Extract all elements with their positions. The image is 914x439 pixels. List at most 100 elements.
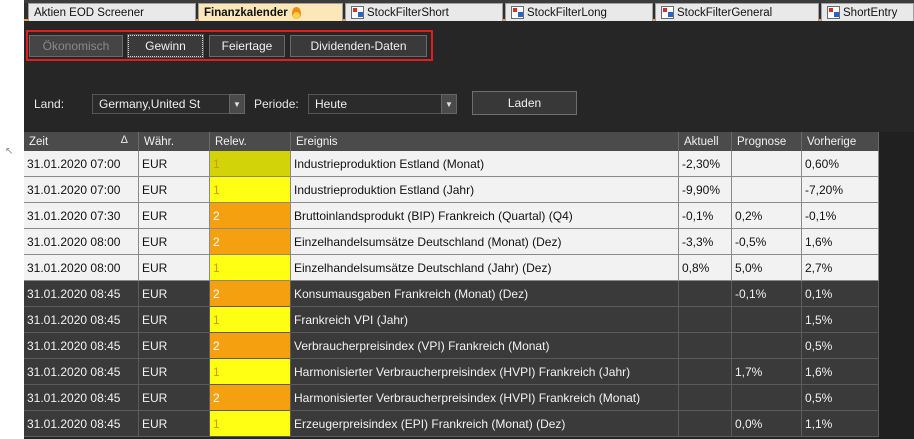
cell-prognose: 1,7% xyxy=(732,359,802,385)
cell-prognose xyxy=(732,307,802,333)
cell-aktuell: -2,30% xyxy=(679,151,732,177)
column-header-label: Relev. xyxy=(215,135,247,148)
cell-prognose xyxy=(732,177,802,203)
load-button-label: Laden xyxy=(507,96,542,110)
cell-relevanz: 1 xyxy=(210,255,291,281)
calendar-table: Zeit Δ Währ. Relev. Ereignis Aktuell Pro… xyxy=(24,132,914,439)
cell-ereignis: Bruttoinlandsprodukt (BIP) Frankreich (Q… xyxy=(291,203,679,229)
cell-vorherige: 1,6% xyxy=(802,229,879,255)
column-header-waehrung[interactable]: Währ. xyxy=(139,132,210,151)
cell-aktuell xyxy=(679,359,732,385)
column-header-aktuell[interactable]: Aktuell xyxy=(679,132,732,151)
cell-waehrung: EUR xyxy=(139,333,210,359)
cell-zeit: 31.01.2020 08:00 xyxy=(24,255,139,281)
earnings-button[interactable]: Gewinn xyxy=(127,34,204,58)
holidays-button-label: Feiertage xyxy=(221,39,273,53)
cell-relevanz: 2 xyxy=(210,203,291,229)
cell-vorherige: 0,60% xyxy=(802,151,879,177)
load-button[interactable]: Laden xyxy=(472,91,577,115)
tab-stockfilterlong[interactable]: StockFilterLong xyxy=(505,3,653,21)
tab-shortentry[interactable]: ShortEntry xyxy=(821,3,914,21)
column-header-vorherige[interactable]: Vorherige xyxy=(802,132,879,151)
column-header-ereignis[interactable]: Ereignis xyxy=(291,132,679,151)
tab-label: StockFilterLong xyxy=(527,6,607,19)
cell-zeit: 31.01.2020 08:45 xyxy=(24,385,139,411)
dividends-button[interactable]: Dividenden-Daten xyxy=(290,35,427,57)
cell-waehrung: EUR xyxy=(139,411,210,437)
cell-ereignis: Erzeugerpreisindex (EPI) Frankreich (Mon… xyxy=(291,411,679,437)
table-row[interactable]: 31.01.2020 08:45 EUR 2 Harmonisierter Verbr… xyxy=(24,385,879,411)
cell-prognose: 0,0% xyxy=(732,411,802,437)
table-row[interactable]: 31.01.2020 07:00 EUR 1 Industrieproduktion … xyxy=(24,151,879,177)
table-row[interactable]: 31.01.2020 08:45 EUR 1 Harmonisierter Verbr… xyxy=(24,359,879,385)
chevron-down-icon[interactable]: ▼ xyxy=(229,94,245,114)
sort-ascending-icon: Δ xyxy=(120,134,128,146)
tab-aktien-eod-screener[interactable]: Aktien EOD Screener xyxy=(28,3,196,21)
period-select[interactable]: Heute xyxy=(308,94,442,114)
column-header-zeit[interactable]: Zeit Δ xyxy=(24,132,139,151)
cell-vorherige: 0,5% xyxy=(802,385,879,411)
grid-empty-area xyxy=(879,132,914,439)
column-header-prognose[interactable]: Prognose xyxy=(732,132,802,151)
cell-vorherige: -7,20% xyxy=(802,177,879,203)
table-row[interactable]: 31.01.2020 08:45 EUR 2 Konsumausgaben Frank… xyxy=(24,281,879,307)
cell-zeit: 31.01.2020 08:00 xyxy=(24,229,139,255)
cell-ereignis: Industrieproduktion Estland (Monat) xyxy=(291,151,679,177)
cell-zeit: 31.01.2020 08:45 xyxy=(24,307,139,333)
cell-vorherige: -0,1% xyxy=(802,203,879,229)
table-row[interactable]: 31.01.2020 08:45 EUR 1 Erzeugerpreisindex (… xyxy=(24,411,879,437)
tab-label: Finanzkalender xyxy=(204,6,288,19)
cell-ereignis: Einzelhandelsumsätze Deutschland (Monat)… xyxy=(291,229,679,255)
table-row[interactable]: 31.01.2020 08:00 EUR 2 Einzelhandelsumsätze… xyxy=(24,229,879,255)
resize-mark: ↖ xyxy=(5,146,14,157)
column-header-relevanz[interactable]: Relev. xyxy=(210,132,291,151)
cell-relevanz: 2 xyxy=(210,229,291,255)
cell-waehrung: EUR xyxy=(139,385,210,411)
table-row[interactable]: 31.01.2020 08:45 EUR 2 Verbraucherpreisinde… xyxy=(24,333,879,359)
tab-label: StockFilterShort xyxy=(367,6,449,19)
cell-vorherige: 0,1% xyxy=(802,281,879,307)
cell-relevanz: 1 xyxy=(210,151,291,177)
cell-vorherige: 2,7% xyxy=(802,255,879,281)
cell-relevanz: 1 xyxy=(210,411,291,437)
cell-ereignis: Industrieproduktion Estland (Jahr) xyxy=(291,177,679,203)
table-row[interactable]: 31.01.2020 07:00 EUR 1 Industrieproduktion … xyxy=(24,177,879,203)
cell-waehrung: EUR xyxy=(139,255,210,281)
cell-aktuell xyxy=(679,385,732,411)
cell-zeit: 31.01.2020 08:45 xyxy=(24,333,139,359)
country-label: Land: xyxy=(34,97,65,111)
cell-aktuell: -0,1% xyxy=(679,203,732,229)
dividends-button-label: Dividenden-Daten xyxy=(310,39,407,53)
cell-zeit: 31.01.2020 07:00 xyxy=(24,151,139,177)
cell-ereignis: Harmonisierter Verbraucherpreisindex (HV… xyxy=(291,359,679,385)
table-row[interactable]: 31.01.2020 07:30 EUR 2 Bruttoinlandsprodukt… xyxy=(24,203,879,229)
table-row[interactable]: 31.01.2020 08:45 EUR 1 Frankreich VPI (Jahr… xyxy=(24,307,879,333)
cell-prognose: 0,2% xyxy=(732,203,802,229)
cell-ereignis: Harmonisierter Verbraucherpreisindex (HV… xyxy=(291,385,679,411)
economic-button-label: Ökonomisch xyxy=(42,39,110,53)
cell-ereignis: Frankreich VPI (Jahr) xyxy=(291,307,679,333)
period-label: Periode: xyxy=(254,97,299,111)
country-select[interactable]: Germany,United St xyxy=(92,94,230,114)
column-header-label: Währ. xyxy=(144,135,175,148)
table-row[interactable]: 31.01.2020 08:00 EUR 1 Einzelhandelsumsätze… xyxy=(24,255,879,281)
chevron-down-icon[interactable]: ▼ xyxy=(441,94,457,114)
cell-waehrung: EUR xyxy=(139,359,210,385)
holidays-button[interactable]: Feiertage xyxy=(209,35,285,57)
cell-prognose: -0,5% xyxy=(732,229,802,255)
grid-icon xyxy=(661,6,674,19)
period-value: Heute xyxy=(315,97,348,111)
cell-aktuell xyxy=(679,307,732,333)
cell-prognose xyxy=(732,151,802,177)
cell-relevanz: 2 xyxy=(210,385,291,411)
cell-waehrung: EUR xyxy=(139,177,210,203)
grid-icon xyxy=(351,6,364,19)
cell-prognose: 5,0% xyxy=(732,255,802,281)
tab-stockfiltergeneral[interactable]: StockFilterGeneral xyxy=(655,3,819,21)
tab-finanzkalender[interactable]: Finanzkalender xyxy=(198,3,343,21)
tab-label: StockFilterGeneral xyxy=(677,6,773,19)
tab-stockfiltershort[interactable]: StockFilterShort xyxy=(345,3,503,21)
cell-relevanz: 1 xyxy=(210,177,291,203)
cell-vorherige: 0,5% xyxy=(802,333,879,359)
economic-button[interactable]: Ökonomisch xyxy=(29,35,123,57)
